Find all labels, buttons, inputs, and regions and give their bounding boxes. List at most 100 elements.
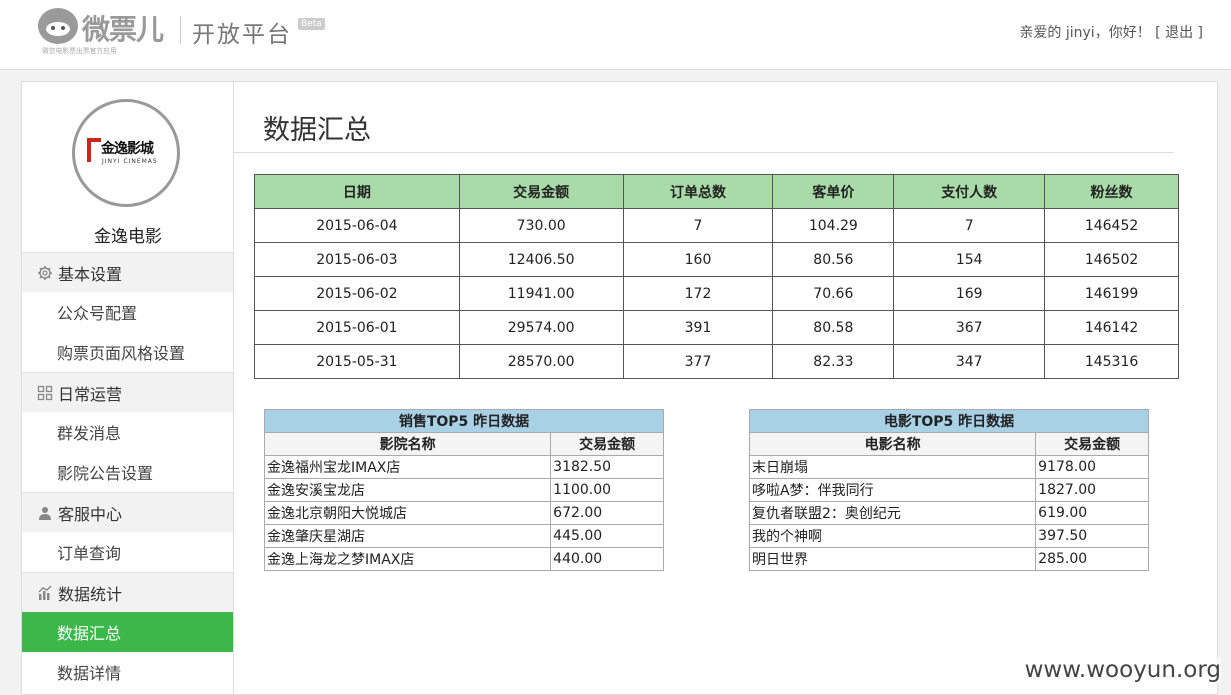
table-cell: 397.50 [1035, 524, 1149, 548]
table-cell: 146502 [1044, 242, 1179, 277]
menu-group-customer-service[interactable]: 客服中心 [22, 492, 233, 532]
table-cell: 70.66 [772, 276, 895, 311]
table-cell: 172 [622, 276, 774, 311]
column-header: 客单价 [772, 174, 895, 209]
table-row: 2015-06-02 11941.00 172 70.66 169 146199 [254, 276, 1179, 311]
summary-header-row: 日期 交易金额 订单总数 客单价 支付人数 粉丝数 [254, 174, 1179, 209]
movie-top5-table: 电影TOP5 昨日数据 电影名称 交易金额 末日崩塌 9178.00 哆啦A梦：伴… [748, 409, 1149, 571]
table-cell: 82.33 [772, 344, 895, 379]
table-row: 明日世界 285.00 [748, 547, 1149, 571]
table-row: 复仇者联盟2：奥创纪元 619.00 [748, 501, 1149, 525]
table-cell: 160 [622, 242, 774, 277]
brand-en: JINYI CINEMAS [102, 158, 158, 165]
top-header: 微票儿 微信电影票出票官方应用 开放平台 Beta 亲爱的 jinyi，你好！ … [0, 0, 1231, 70]
table-cell: 2015-05-31 [254, 344, 460, 379]
sales-top5-table: 销售TOP5 昨日数据 影院名称 交易金额 金逸福州宝龙IMAX店 3182.50… [263, 409, 664, 571]
menu-item-data-details[interactable]: 数据详情 [22, 652, 233, 692]
column-header: 交易金额 [458, 174, 624, 209]
brand-cn: 金逸影城 [101, 141, 154, 157]
sales-top5-caption-row: 销售TOP5 昨日数据 [264, 409, 664, 433]
menu-group-statistics[interactable]: 数据统计 [22, 572, 233, 612]
table-cell: 9178.00 [1035, 455, 1149, 479]
cinema-logo: 金逸影城 JINYI CINEMAS [81, 108, 171, 198]
table-cell: 619.00 [1035, 501, 1149, 525]
table-cell: 我的个神啊 [748, 524, 1037, 548]
table-cell: 2015-06-03 [254, 242, 460, 277]
column-header: 支付人数 [893, 174, 1046, 209]
movie-top5-header-row: 电影名称 交易金额 [748, 432, 1149, 456]
menu-group-basic-settings[interactable]: 基本设置 [22, 252, 233, 292]
table-cell: 金逸北京朝阳大悦城店 [263, 501, 552, 525]
menu-item-data-summary[interactable]: 数据汇总 [22, 612, 233, 652]
table-cell: 104.29 [772, 208, 895, 243]
logo-tagline: 微信电影票出票官方应用 [42, 46, 117, 55]
column-header: 交易金额 [550, 432, 664, 456]
weipiaoer-logo[interactable]: 微票儿 微信电影票出票官方应用 [38, 6, 178, 56]
beta-badge: Beta [298, 18, 325, 30]
logout-link[interactable]: 退出 [1165, 25, 1193, 41]
gear-icon [36, 264, 54, 282]
menu-item-order-query[interactable]: 订单查询 [22, 532, 233, 572]
table-cell: 377 [622, 344, 774, 379]
table-cell: 12406.50 [458, 242, 624, 277]
table-cell: 复仇者联盟2：奥创纪元 [748, 501, 1037, 525]
greeting-text: 亲爱的 jinyi，你好！ [1019, 25, 1151, 41]
table-cell: 金逸安溪宝龙店 [263, 478, 552, 502]
sidebar-menu: 基本设置 公众号配置 购票页面风格设置 日常运营 群发消息 影院公告设置 客服中… [22, 252, 233, 692]
table-row: 金逸上海龙之梦IMAX店 440.00 [263, 547, 664, 571]
column-header: 粉丝数 [1044, 174, 1179, 209]
table-row: 2015-05-31 28570.00 377 82.33 347 145316 [254, 344, 1179, 379]
table-row: 金逸福州宝龙IMAX店 3182.50 [263, 455, 664, 479]
table-cell: 28570.00 [458, 344, 624, 379]
logo-text: 微票儿 [82, 13, 164, 46]
table-row: 2015-06-01 29574.00 391 80.58 367 146142 [254, 310, 1179, 345]
table-cell: 285.00 [1035, 547, 1149, 571]
user-greeting-bar: 亲爱的 jinyi，你好！ [ 退出 ] [1019, 22, 1203, 42]
user-icon [36, 504, 54, 522]
table-row: 金逸北京朝阳大悦城店 672.00 [263, 501, 664, 525]
column-header: 影院名称 [263, 432, 552, 456]
table-cell: 金逸福州宝龙IMAX店 [263, 455, 552, 479]
column-header: 日期 [254, 174, 460, 209]
table-row: 金逸肇庆星湖店 445.00 [263, 524, 664, 548]
table-cell: 391 [622, 310, 774, 345]
table-row: 金逸安溪宝龙店 1100.00 [263, 478, 664, 502]
menu-item-ticket-page-style[interactable]: 购票页面风格设置 [22, 332, 233, 372]
platform-title: 开放平台 [192, 22, 292, 48]
sales-top5-header-row: 影院名称 交易金额 [263, 432, 664, 456]
table-cell: 80.58 [772, 310, 895, 345]
table-cell: 哆啦A梦：伴我同行 [748, 478, 1037, 502]
watermark: www.wooyun.org [1024, 657, 1221, 683]
mascot-icon [38, 8, 78, 44]
movie-top5-caption: 电影TOP5 昨日数据 [749, 409, 1149, 433]
column-header: 订单总数 [622, 174, 774, 209]
menu-item-account-config[interactable]: 公众号配置 [22, 292, 233, 332]
cinema-name: 金逸电影 [94, 227, 162, 247]
table-cell: 146199 [1044, 276, 1179, 311]
title-divider [234, 152, 1174, 153]
menu-item-cinema-notice[interactable]: 影院公告设置 [22, 452, 233, 492]
table-cell: 80.56 [772, 242, 895, 277]
table-cell: 末日崩塌 [748, 455, 1037, 479]
table-cell: 2015-06-04 [254, 208, 460, 243]
column-header: 交易金额 [1035, 432, 1149, 456]
summary-table: 日期 交易金额 订单总数 客单价 支付人数 粉丝数 2015-06-04 730… [254, 174, 1179, 379]
table-cell: 3182.50 [550, 455, 664, 479]
menu-group-daily-operations[interactable]: 日常运营 [22, 372, 233, 412]
table-cell: 7 [622, 208, 774, 243]
table-cell: 2015-06-01 [254, 310, 460, 345]
menu-group-label: 客服中心 [58, 504, 123, 524]
menu-group-label: 日常运营 [58, 384, 123, 404]
table-cell: 明日世界 [748, 547, 1037, 571]
table-cell: 367 [893, 310, 1046, 345]
table-cell: 金逸上海龙之梦IMAX店 [263, 547, 552, 571]
table-cell: 445.00 [550, 524, 664, 548]
table-cell: 730.00 [458, 208, 624, 243]
table-cell: 440.00 [550, 547, 664, 571]
main-content: 数据汇总 日期 交易金额 订单总数 客单价 支付人数 粉丝数 2015-06-0… [233, 81, 1218, 695]
table-cell: 145316 [1044, 344, 1179, 379]
table-cell: 154 [893, 242, 1046, 277]
table-cell: 7 [893, 208, 1046, 243]
menu-group-label: 数据统计 [58, 584, 123, 604]
menu-item-mass-message[interactable]: 群发消息 [22, 412, 233, 452]
